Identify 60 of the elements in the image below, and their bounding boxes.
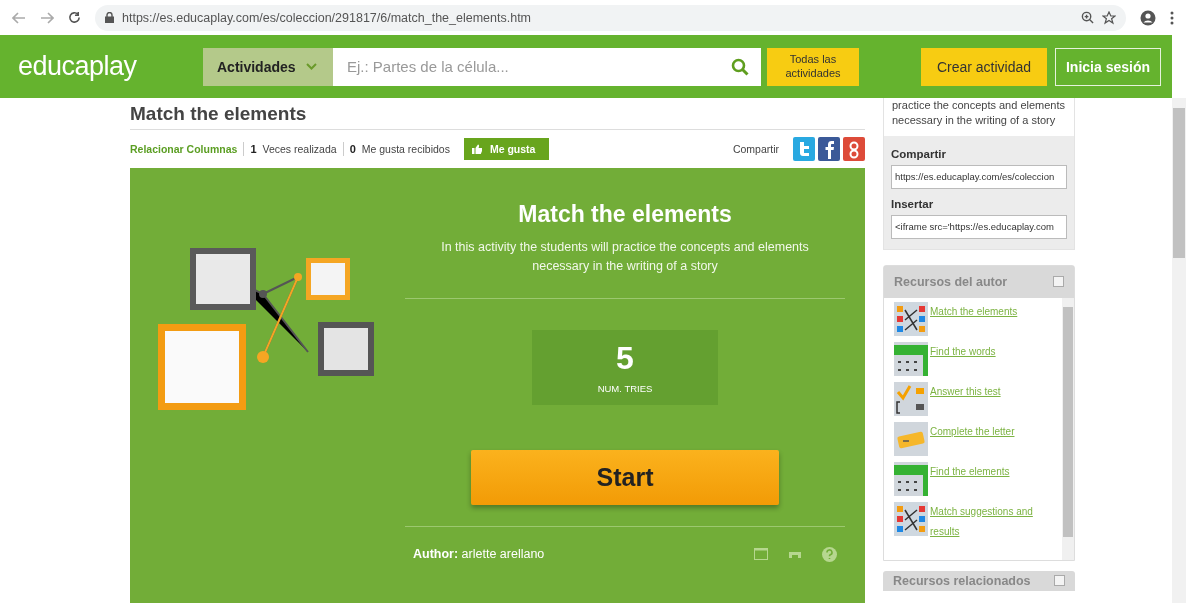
create-activity-button[interactable]: Crear actividad xyxy=(921,47,1047,86)
quiz-icon xyxy=(894,381,928,416)
panel-title: Match the elements xyxy=(518,201,732,228)
tries-label: NUM. TRIES xyxy=(597,383,653,394)
resource-link[interactable]: Find the words xyxy=(930,341,1046,362)
forward-icon[interactable] xyxy=(40,11,54,24)
facebook-icon[interactable] xyxy=(818,137,840,161)
embed-heading: Insertar xyxy=(891,197,935,210)
panel-description: In this activity the students will practice the concepts and elements necessary in the writing of a story xyxy=(440,239,810,275)
times-count: 1 xyxy=(250,143,257,155)
help-icon[interactable] xyxy=(822,546,837,562)
scrollbar[interactable] xyxy=(1062,297,1074,560)
panel-heading: Recursos relacionados xyxy=(893,573,1031,588)
all-activities-button[interactable]: Todas las actividades xyxy=(767,47,859,86)
resource-link[interactable]: Match suggestions and results xyxy=(930,501,1046,542)
share-heading: Compartir xyxy=(891,147,947,160)
likes-label: Me gusta recibidos xyxy=(361,143,450,155)
search-icon[interactable] xyxy=(731,57,749,76)
address-bar[interactable]: https://es.educaplay.com/es/coleccion/291817/6/match_the_elements.htm xyxy=(95,4,1126,31)
account-icon[interactable] xyxy=(1140,9,1156,26)
panel-heading: Recursos del autor xyxy=(894,274,1008,289)
url-text: https://es.educaplay.com/es/coleccion/291817/6/match_the_elements.htm xyxy=(122,10,533,25)
back-icon[interactable] xyxy=(12,11,26,24)
thumbs-up-icon xyxy=(471,144,482,154)
embed-code-field[interactable]: <iframe src='https://es.educaplay.com xyxy=(891,214,1067,239)
share-link-field[interactable]: https://es.educaplay.com/es/coleccion xyxy=(891,164,1067,189)
logo[interactable]: educaplay xyxy=(18,51,203,82)
word-grid-icon xyxy=(894,461,928,496)
collapse-icon[interactable] xyxy=(1053,276,1064,288)
star-icon[interactable] xyxy=(1102,10,1116,25)
author-text: Author: arlette arellano xyxy=(413,547,546,561)
resource-link[interactable]: Complete the letter xyxy=(930,421,1046,442)
like-button[interactable]: Me gusta xyxy=(463,138,550,160)
reload-icon[interactable] xyxy=(68,11,81,24)
tries-count: 5 xyxy=(616,340,634,377)
chevron-icon xyxy=(305,63,317,70)
activity-type-link[interactable]: Relacionar Columnas xyxy=(130,143,238,155)
menu-icon[interactable] xyxy=(1170,10,1174,25)
times-label: Veces realizada xyxy=(262,143,337,155)
fullscreen-icon[interactable] xyxy=(754,548,768,560)
resource-link[interactable]: Find the elements xyxy=(930,461,1046,482)
google-plus-icon[interactable] xyxy=(843,137,865,161)
resource-link[interactable]: Match the elements xyxy=(930,301,1046,322)
login-button[interactable]: Inicia sesión xyxy=(1055,47,1161,86)
matching-icon xyxy=(894,301,928,336)
share-label: Compartir xyxy=(732,143,779,155)
matching-icon xyxy=(894,501,928,536)
start-button[interactable]: Start xyxy=(471,449,779,505)
zoom-icon[interactable] xyxy=(1081,11,1094,24)
envelope-icon xyxy=(894,421,928,456)
resource-link[interactable]: Answer this test xyxy=(930,381,1046,402)
description-text: practice the concepts and elements necessary in the writing of a story xyxy=(891,98,1067,128)
likes-count: 0 xyxy=(349,143,356,155)
page-scrollbar[interactable] xyxy=(1172,98,1186,603)
word-grid-icon xyxy=(894,341,928,376)
activity-title: Match the elements xyxy=(130,98,865,130)
lock-icon xyxy=(105,12,114,23)
collapse-icon[interactable] xyxy=(1054,575,1065,587)
search-field[interactable]: Ej.: Partes de la célula... xyxy=(333,47,761,86)
category-dropdown[interactable]: Actividades xyxy=(203,47,333,86)
